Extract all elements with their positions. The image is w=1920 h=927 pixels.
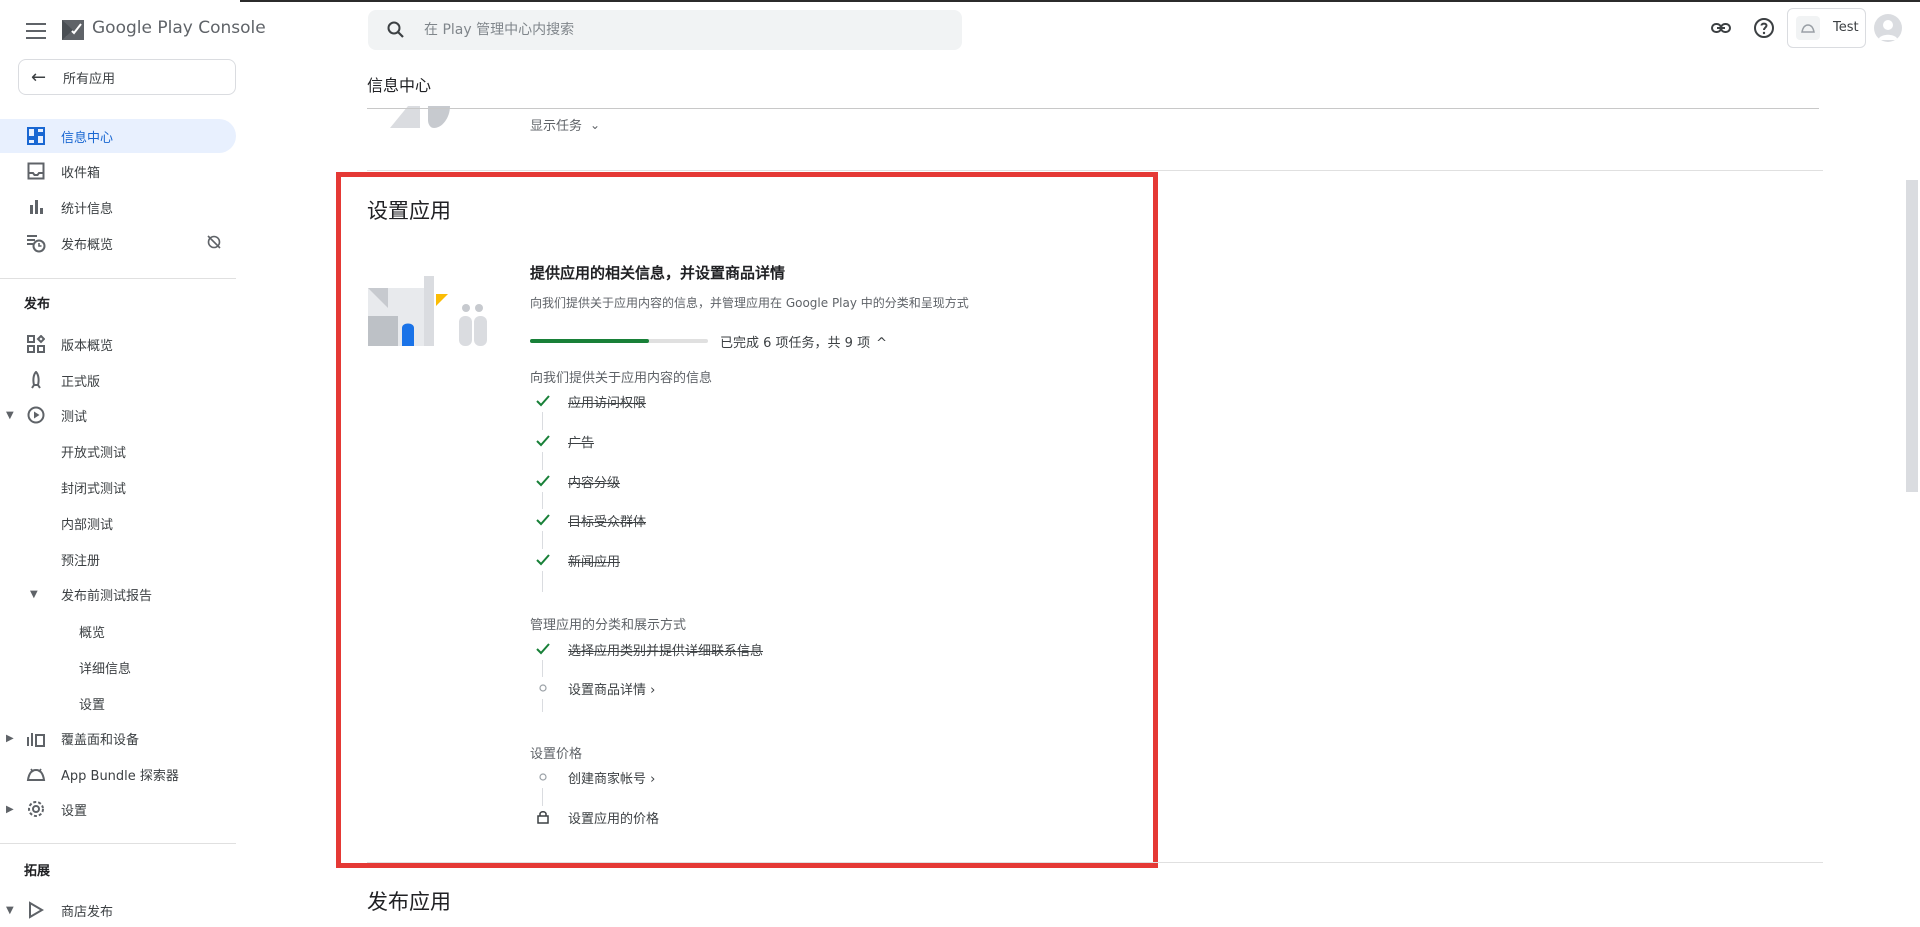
production-icon xyxy=(26,370,46,390)
sidebar-item-pre-launch-settings[interactable]: 设置 xyxy=(0,686,236,720)
sidebar-item-pre-launch-report[interactable]: ▼ 发布前测试报告 xyxy=(0,577,236,611)
card-divider xyxy=(367,862,1823,863)
publish-card-title: 发布应用 xyxy=(367,890,451,914)
sidebar-item-pre-launch-overview[interactable]: 概览 xyxy=(0,614,236,648)
store-presence-icon xyxy=(26,900,46,920)
sidebar-item-label: 测试 xyxy=(61,409,88,425)
dashboard-icon xyxy=(26,126,46,146)
sidebar-item-testing[interactable]: ▼ 测试 xyxy=(0,398,236,432)
sidebar-item-reach-devices[interactable]: ▶ 覆盖面和设备 xyxy=(0,721,236,755)
sidebar-item-label: 统计信息 xyxy=(61,201,114,217)
sidebar-item-app-bundle-explorer[interactable]: App Bundle 探索器 xyxy=(0,757,236,791)
account-name: Test xyxy=(1833,20,1859,35)
expand-more-icon: ▼ xyxy=(6,904,14,916)
sidebar-item-label: 开放式测试 xyxy=(61,445,127,461)
play-circle-icon xyxy=(26,405,46,425)
show-tasks-label: 显示任务 xyxy=(530,119,583,134)
sidebar-item-publishing-overview[interactable]: 发布概览 xyxy=(0,226,236,260)
arrow-back-icon: ← xyxy=(31,66,47,88)
gear-icon xyxy=(26,799,46,819)
app-switcher-chip[interactable]: Test xyxy=(1787,8,1866,48)
play-console-logo-icon xyxy=(62,20,84,40)
page-title: 信息中心 xyxy=(367,76,432,95)
releases-overview-icon xyxy=(26,334,46,354)
sidebar-item-open-testing[interactable]: 开放式测试 xyxy=(0,434,236,468)
show-tasks-button[interactable]: 显示任务 ⌄ xyxy=(530,115,601,135)
card-divider xyxy=(367,170,1823,171)
section-release-label: 发布 xyxy=(24,297,51,312)
expand-more-icon: ▼ xyxy=(6,409,14,421)
reach-devices-icon xyxy=(26,728,46,748)
sidebar-item-label: 发布概览 xyxy=(61,237,114,253)
card-illustration-partial xyxy=(390,106,450,128)
chevron-down-icon: ⌄ xyxy=(590,117,601,132)
scrollbar-thumb[interactable] xyxy=(1906,180,1918,492)
menu-icon[interactable] xyxy=(24,18,48,42)
sidebar-item-production[interactable]: 正式版 xyxy=(0,363,236,397)
sidebar-item-statistics[interactable]: 统计信息 xyxy=(0,190,236,224)
sidebar-item-label: 设置 xyxy=(79,697,106,713)
sidebar-item-label: 详细信息 xyxy=(79,661,132,677)
highlight-box xyxy=(336,172,1158,868)
bar-chart-icon xyxy=(26,197,46,217)
sidebar-item-internal-testing[interactable]: 内部测试 xyxy=(0,506,236,540)
help-icon[interactable] xyxy=(1752,16,1776,40)
sidebar-item-store-presence[interactable]: ▼ 商店发布 xyxy=(0,893,236,927)
sidebar-item-closed-testing[interactable]: 封闭式测试 xyxy=(0,470,236,504)
sidebar-item-label: 封闭式测试 xyxy=(61,481,127,497)
sidebar-item-label: 正式版 xyxy=(61,374,101,390)
expand-right-icon: ▶ xyxy=(6,732,14,744)
search-icon xyxy=(387,21,404,38)
sidebar-item-releases-overview[interactable]: 版本概览 xyxy=(0,327,236,361)
link-icon[interactable] xyxy=(1709,16,1733,40)
sidebar-divider xyxy=(0,843,236,844)
sidebar-divider xyxy=(0,278,236,279)
sync-off-icon xyxy=(206,234,222,254)
sidebar-item-dashboard[interactable]: 信息中心 xyxy=(0,119,236,153)
search-input[interactable] xyxy=(422,21,906,39)
inbox-icon xyxy=(26,161,46,181)
all-apps-label: 所有应用 xyxy=(63,71,116,87)
sidebar: Google Play Console ← 所有应用 信息中心 收件箱 统计信息… xyxy=(0,0,266,920)
app-bundle-icon xyxy=(26,764,46,784)
publishing-overview-icon xyxy=(26,233,46,253)
sidebar-item-label: 商店发布 xyxy=(61,904,114,920)
sidebar-item-label: 发布前测试报告 xyxy=(61,588,153,604)
sidebar-item-pre-launch-details[interactable]: 详细信息 xyxy=(0,650,236,684)
avatar[interactable] xyxy=(1874,14,1902,42)
sidebar-item-inbox[interactable]: 收件箱 xyxy=(0,154,236,188)
card-divider xyxy=(367,108,1819,109)
top-strip xyxy=(0,0,1920,2)
search-bar[interactable] xyxy=(368,10,962,50)
sidebar-item-label: 版本概览 xyxy=(61,338,114,354)
all-apps-button[interactable]: ← 所有应用 xyxy=(18,59,236,95)
brand-name: Google Play Console xyxy=(92,18,266,38)
sidebar-item-label: 设置 xyxy=(61,803,88,819)
sidebar-item-settings[interactable]: ▶ 设置 xyxy=(0,792,236,826)
sidebar-item-label: 概览 xyxy=(79,625,106,641)
expand-more-icon: ▼ xyxy=(30,588,38,600)
sidebar-item-label: 覆盖面和设备 xyxy=(61,732,140,748)
sidebar-item-pre-registration[interactable]: 预注册 xyxy=(0,542,236,576)
sidebar-item-label: App Bundle 探索器 xyxy=(61,768,179,784)
sidebar-item-label: 内部测试 xyxy=(61,517,114,533)
sidebar-item-label: 预注册 xyxy=(61,553,101,569)
sidebar-item-label: 信息中心 xyxy=(61,130,114,146)
sidebar-item-label: 收件箱 xyxy=(61,165,101,181)
section-grow-label: 拓展 xyxy=(24,864,51,879)
expand-right-icon: ▶ xyxy=(6,803,14,815)
app-icon xyxy=(1796,16,1820,40)
logo-row: Google Play Console xyxy=(0,10,266,50)
